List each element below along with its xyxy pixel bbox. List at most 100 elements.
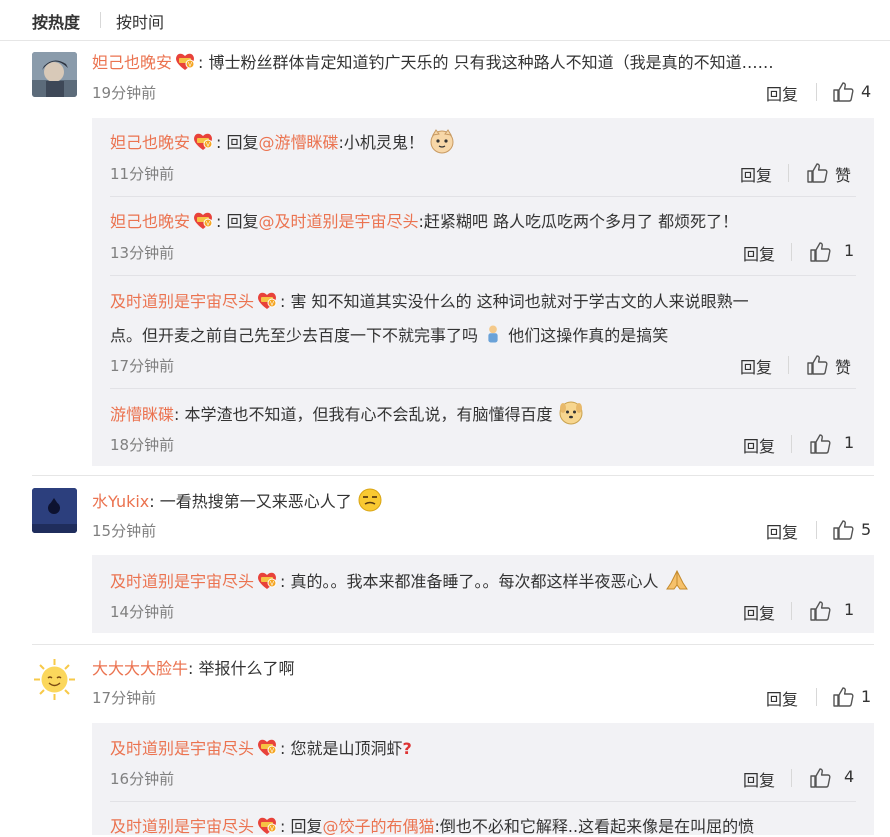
reply-time: 18分钟前 [110, 436, 175, 454]
avatar-image [32, 488, 77, 533]
action-divider [816, 83, 817, 101]
action-divider [816, 521, 817, 539]
action-divider [791, 602, 792, 620]
reply-button[interactable]: 回复 [766, 81, 798, 105]
member-badge-icon [256, 737, 278, 757]
mention-link[interactable]: @及时道别是宇宙尽头 [259, 212, 419, 231]
action-divider [791, 435, 792, 453]
comment-line: 水Yukix: 一看热搜第一又来恶心人了 [92, 487, 872, 513]
like-count: 4 [844, 767, 855, 786]
reply-prefix: 回复 [226, 133, 259, 152]
mention-link[interactable]: @游懵眯碟 [259, 133, 339, 152]
reply-divider [110, 801, 856, 802]
reply-button[interactable]: 回复 [766, 686, 798, 710]
like-count: 1 [844, 600, 855, 619]
like-icon[interactable] [806, 354, 828, 376]
like-icon[interactable] [809, 433, 831, 455]
reply-time: 13分钟前 [110, 244, 175, 262]
comment-line: 妲己也晚安: 博士粉丝群体肯定知道钓广天乐的 只有我这种路人不知道（我是真的不知… [92, 51, 774, 72]
comment-text: 博士粉丝群体肯定知道钓广天乐的 只有我这种路人不知道（我是真的不知道…… [208, 53, 774, 72]
like-count: 4 [861, 82, 872, 101]
comment-author[interactable]: 大大大大脸牛 [92, 659, 188, 678]
reply-author[interactable]: 及时道别是宇宙尽头 [110, 739, 254, 758]
reply-author[interactable]: 及时道别是宇宙尽头 [110, 572, 254, 591]
reply-button[interactable]: 回复 [743, 241, 775, 265]
pray-hands-emoji-icon [665, 569, 688, 590]
reply-author[interactable]: 妲己也晚安 [110, 212, 190, 231]
reply-text: 害 知不知道其实没什么的 这种词也就对于学古文的人来说眼熟一 [290, 292, 749, 311]
reply-author[interactable]: 及时道别是宇宙尽头 [110, 292, 254, 311]
reply-text: 您就是山顶洞虾 [290, 739, 403, 758]
reply-button[interactable]: 回复 [743, 600, 775, 624]
cat-emoji-icon [430, 129, 454, 154]
like-count: 5 [861, 520, 872, 539]
action-divider [791, 769, 792, 787]
comment-text: 举报什么了啊 [198, 659, 295, 678]
comment-divider [32, 644, 874, 645]
like-count: 赞 [835, 358, 852, 377]
avatar[interactable] [32, 488, 77, 533]
comment-time: 19分钟前 [92, 84, 157, 102]
comment-author[interactable]: 妲己也晚安 [92, 53, 172, 72]
reply-text: :赶紧糊吧 路人吃瓜吃两个多月了 都烦死了！ [418, 212, 739, 231]
like-count: 1 [844, 241, 855, 260]
reply-button[interactable]: 回复 [766, 519, 798, 543]
reply-line: 妲己也晚安: 回复@游懵眯碟:小机灵鬼！ [110, 128, 870, 154]
member-badge-icon [174, 51, 196, 71]
avatar-image [32, 52, 77, 97]
reply-button[interactable]: 回复 [743, 433, 775, 457]
member-badge-icon [256, 570, 278, 590]
like-icon[interactable] [832, 519, 854, 541]
mention-link[interactable]: @饺子的布偶猫 [323, 817, 435, 836]
reply-time: 16分钟前 [110, 770, 175, 788]
sort-bar: 按热度 按时间 [0, 0, 890, 41]
dog-emoji-icon [559, 401, 583, 425]
reply-divider [110, 196, 856, 197]
reply-author[interactable]: 游懵眯碟 [110, 405, 174, 424]
comment-divider [32, 475, 874, 476]
avatar[interactable] [32, 657, 77, 702]
reply-time: 11分钟前 [110, 165, 175, 183]
like-icon[interactable] [809, 600, 831, 622]
comment-time: 15分钟前 [92, 522, 157, 540]
reply-author[interactable]: 及时道别是宇宙尽头 [110, 817, 254, 836]
avatar[interactable] [32, 52, 77, 97]
reply-line: 妲己也晚安: 回复@及时道别是宇宙尽头:赶紧糊吧 路人吃瓜吃两个多月了 都烦死了… [110, 212, 739, 231]
person-emoji-icon [488, 325, 498, 343]
reply-time: 14分钟前 [110, 603, 175, 621]
reply-author[interactable]: 妲己也晚安 [110, 133, 190, 152]
comment-time: 17分钟前 [92, 689, 157, 707]
sun-avatar-image [32, 657, 77, 702]
reply-list: 妲己也晚安: 回复@游懵眯碟:小机灵鬼！ 11分钟前 回复 赞 妲己也晚安: 回… [92, 118, 874, 466]
reply-button[interactable]: 回复 [743, 767, 775, 791]
comment-author[interactable]: 水Yukix [92, 492, 149, 511]
member-badge-icon [256, 290, 278, 310]
like-count: 赞 [835, 166, 852, 185]
reply-line: 游懵眯碟: 本学渣也不知道，但我有心不会乱说，有脑懂得百度 [110, 400, 870, 426]
comment-line: 大大大大脸牛: 举报什么了啊 [92, 659, 295, 678]
reply-list: 及时道别是宇宙尽头: 您就是山顶洞虾? 16分钟前 回复 4 及时道别是宇宙尽头… [92, 723, 874, 836]
like-icon[interactable] [806, 162, 828, 184]
like-icon[interactable] [809, 767, 831, 789]
like-count: 1 [844, 433, 855, 452]
reply-divider [110, 275, 856, 276]
action-divider [788, 356, 789, 374]
reply-list: 及时道别是宇宙尽头: 真的。。我本来都准备睡了。。每次都这样半夜恶心人 14分钟… [92, 555, 874, 633]
like-icon[interactable] [809, 241, 831, 263]
reply-line: 及时道别是宇宙尽头: 真的。。我本来都准备睡了。。每次都这样半夜恶心人 [110, 567, 870, 593]
reply-text: 本学渣也不知道，但我有心不会乱说，有脑懂得百度 [184, 405, 553, 424]
reply-line: 及时道别是宇宙尽头: 您就是山顶洞虾? [110, 737, 412, 758]
comment-text: 一看热搜第一又来恶心人了 [159, 492, 352, 511]
question-mark-icon: ? [402, 739, 412, 758]
sort-by-hot-tab[interactable]: 按热度 [32, 9, 80, 33]
reply-time: 17分钟前 [110, 357, 175, 375]
reply-line-continued: 点。但开麦之前自己先至少去百度一下不就完事了吗 他们这操作真的是搞笑 [110, 321, 870, 347]
sort-by-time-tab[interactable]: 按时间 [116, 9, 164, 33]
like-icon[interactable] [832, 81, 854, 103]
sort-divider [100, 12, 101, 28]
reply-button[interactable]: 回复 [740, 354, 772, 378]
reply-button[interactable]: 回复 [740, 162, 772, 186]
reply-line: 及时道别是宇宙尽头: 回复@饺子的布偶猫:倒也不必和它解释..这看起来像是在叫屈… [110, 817, 755, 836]
action-divider [791, 243, 792, 261]
like-icon[interactable] [832, 686, 854, 708]
